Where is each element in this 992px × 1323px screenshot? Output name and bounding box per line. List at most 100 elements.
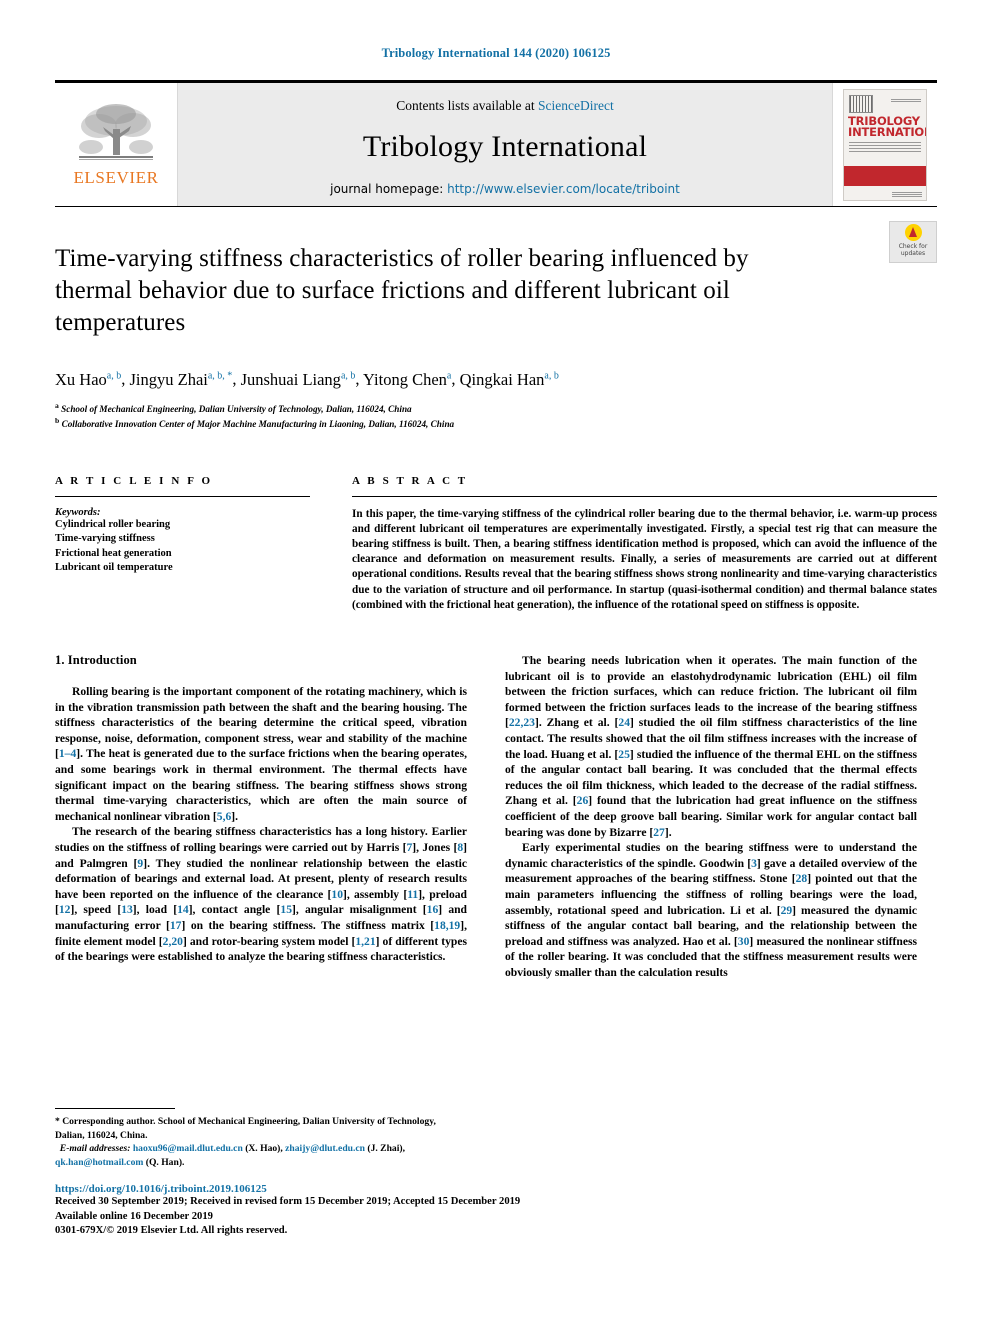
author-name: Jingyu Zhai <box>129 369 208 389</box>
citation-link[interactable]: 9 <box>137 857 143 870</box>
author-sep: , <box>451 369 460 389</box>
available-online: Available online 16 December 2019 <box>55 1210 213 1222</box>
author-name: Junshuai Liang <box>240 369 341 389</box>
email-owner: (J. Zhai) <box>367 1143 403 1154</box>
body-column-right: The bearing needs lubrication when it op… <box>505 653 917 980</box>
author-sep: , <box>232 369 241 389</box>
citation-link[interactable]: 28 <box>796 872 808 885</box>
citation-link[interactable]: 25 <box>618 748 630 761</box>
cover-title: TRIBOLOGY INTERNATIONAL <box>848 115 926 139</box>
email-link[interactable]: haoxu96@mail.dlut.edu.cn <box>133 1143 243 1154</box>
abstract-text: In this paper, the time-varying stiffnes… <box>352 507 937 611</box>
journal-title: Tribology International <box>362 129 648 163</box>
author-name: Yitong Chen <box>363 369 447 389</box>
author-list: Xu Haoa, b, Jingyu Zhaia, b, *, Junshuai… <box>55 365 937 391</box>
crossmark-badge-button[interactable]: Check for updates <box>889 221 937 263</box>
journal-masthead: ELSEVIER Contents lists available at Sci… <box>55 80 937 207</box>
paragraph: Rolling bearing is the important compone… <box>55 685 467 823</box>
citation-link[interactable]: 30 <box>738 935 750 948</box>
author[interactable]: Yitong Chena <box>363 370 451 389</box>
abstract-heading: A B S T R A C T <box>352 474 468 487</box>
article-info-heading: A R T I C L E I N F O <box>55 474 213 487</box>
author-affil-mark: a, b <box>340 370 356 381</box>
affiliation-mark: b <box>55 416 60 426</box>
author-sep: , <box>355 369 364 389</box>
citation-link[interactable]: 5,6 <box>217 810 232 823</box>
author[interactable]: Junshuai Lianga, b <box>241 370 356 389</box>
author-affil-mark: a, b <box>544 370 559 381</box>
journal-cover-thumbnail: TRIBOLOGY INTERNATIONAL <box>832 83 937 206</box>
cover-image: TRIBOLOGY INTERNATIONAL <box>843 88 927 201</box>
author[interactable]: Xu Haoa, b <box>55 370 121 389</box>
citation-link[interactable]: 26 <box>577 794 589 807</box>
citation-link[interactable]: 2,20 <box>163 935 183 948</box>
citation-link[interactable]: 12 <box>59 903 71 916</box>
keyword-item: Cylindrical roller bearing <box>55 518 171 530</box>
homepage-label: journal homepage: <box>330 181 444 196</box>
citation-link[interactable]: 18,19 <box>434 919 460 932</box>
keyword-item: Time-varying stiffness <box>55 533 155 545</box>
author[interactable]: Jingyu Zhaia, b, * <box>129 370 232 389</box>
citation-link[interactable]: 1,21 <box>355 935 375 948</box>
paragraph: The bearing needs lubrication when it op… <box>505 654 917 839</box>
citation-link[interactable]: 29 <box>781 904 793 917</box>
citation-link[interactable]: 11 <box>407 888 418 901</box>
citation-link[interactable]: 27 <box>653 826 665 839</box>
affiliation-item: b Collaborative Innovation Center of Maj… <box>55 415 937 431</box>
elsevier-tree-icon <box>79 104 153 160</box>
affiliation-text: School of Mechanical Engineering, Dalian… <box>61 403 412 414</box>
article-info-rule <box>55 495 310 497</box>
doi-link[interactable]: https://doi.org/10.1016/j.triboint.2019.… <box>55 1183 935 1195</box>
running-head: Tribology International 144 (2020) 10612… <box>381 46 611 60</box>
crossmark-icon <box>904 224 922 241</box>
title-block: Check for updates Time-varying stiffness… <box>55 221 937 431</box>
publisher-logo: ELSEVIER <box>55 83 178 206</box>
homepage-line: journal homepage: http://www.elsevier.co… <box>330 182 680 196</box>
cover-topright-lines <box>891 97 921 102</box>
author-name: Qingkai Han <box>459 369 545 389</box>
citation-link[interactable]: 14 <box>177 903 189 916</box>
article-info-column: A R T I C L E I N F O Keywords: Cylindri… <box>55 475 310 613</box>
author[interactable]: Qingkai Hana, b <box>460 370 559 389</box>
section-heading-introduction: 1. Introduction <box>55 653 137 668</box>
citation-link[interactable]: 3 <box>751 857 757 870</box>
cover-subtitle-lines <box>849 141 921 152</box>
citation-link[interactable]: 10 <box>331 888 343 901</box>
footnote-area: * Corresponding author. School of Mechan… <box>55 1108 467 1169</box>
footnote-rule <box>55 1108 175 1109</box>
affiliation-item: a School of Mechanical Engineering, Dali… <box>55 400 937 416</box>
cover-title-line2: INTERNATIONAL <box>848 125 926 139</box>
publication-history: Received 30 September 2019; Received in … <box>55 1196 521 1207</box>
citation-link[interactable]: 13 <box>121 903 133 916</box>
copyright-line: 0301-679X/© 2019 Elsevier Ltd. All right… <box>55 1225 288 1236</box>
citation-link[interactable]: 17 <box>170 919 182 932</box>
contents-prefix: Contents lists available at <box>396 97 535 113</box>
email-link[interactable]: zhaijy@dlut.edu.cn <box>285 1143 365 1154</box>
cover-red-band <box>844 165 926 186</box>
citation-link[interactable]: 1–4 <box>59 747 76 760</box>
citation-link[interactable]: 15 <box>280 903 292 916</box>
citation-link[interactable]: 16 <box>427 903 439 916</box>
info-abstract-row: A R T I C L E I N F O Keywords: Cylindri… <box>55 475 937 613</box>
page-title: Time-varying stiffness characteristics o… <box>55 245 749 336</box>
author-affil-mark: a, b <box>106 370 122 381</box>
email-owner: (X. Hao) <box>245 1143 281 1154</box>
affiliation-mark: a <box>55 400 59 410</box>
elsevier-wordmark: ELSEVIER <box>73 168 159 187</box>
citation-link[interactable]: 7 <box>407 841 413 854</box>
keyword-item: Frictional heat generation <box>55 547 172 559</box>
abstract-column: A B S T R A C T In this paper, the time-… <box>352 475 937 613</box>
crossmark-label-line2: updates <box>900 250 926 257</box>
homepage-url-link[interactable]: http://www.elsevier.com/locate/triboint <box>447 182 680 196</box>
citation-link[interactable]: 24 <box>618 716 630 729</box>
email-label: E-mail addresses: <box>59 1143 131 1154</box>
citation-link[interactable]: 22,23 <box>509 716 535 729</box>
keyword-item: Lubricant oil temperature <box>55 562 173 574</box>
email-link[interactable]: qk.han@hotmail.com <box>55 1157 143 1168</box>
citation-link[interactable]: 8 <box>457 841 463 854</box>
sciencedirect-link[interactable]: ScienceDirect <box>538 98 614 113</box>
affiliation-list: a School of Mechanical Engineering, Dali… <box>55 400 937 431</box>
corresponding-author-note: * Corresponding author. School of Mechan… <box>55 1116 436 1141</box>
paper-page: Tribology International 144 (2020) 10612… <box>0 0 992 1323</box>
cover-footer-lines <box>892 191 922 197</box>
